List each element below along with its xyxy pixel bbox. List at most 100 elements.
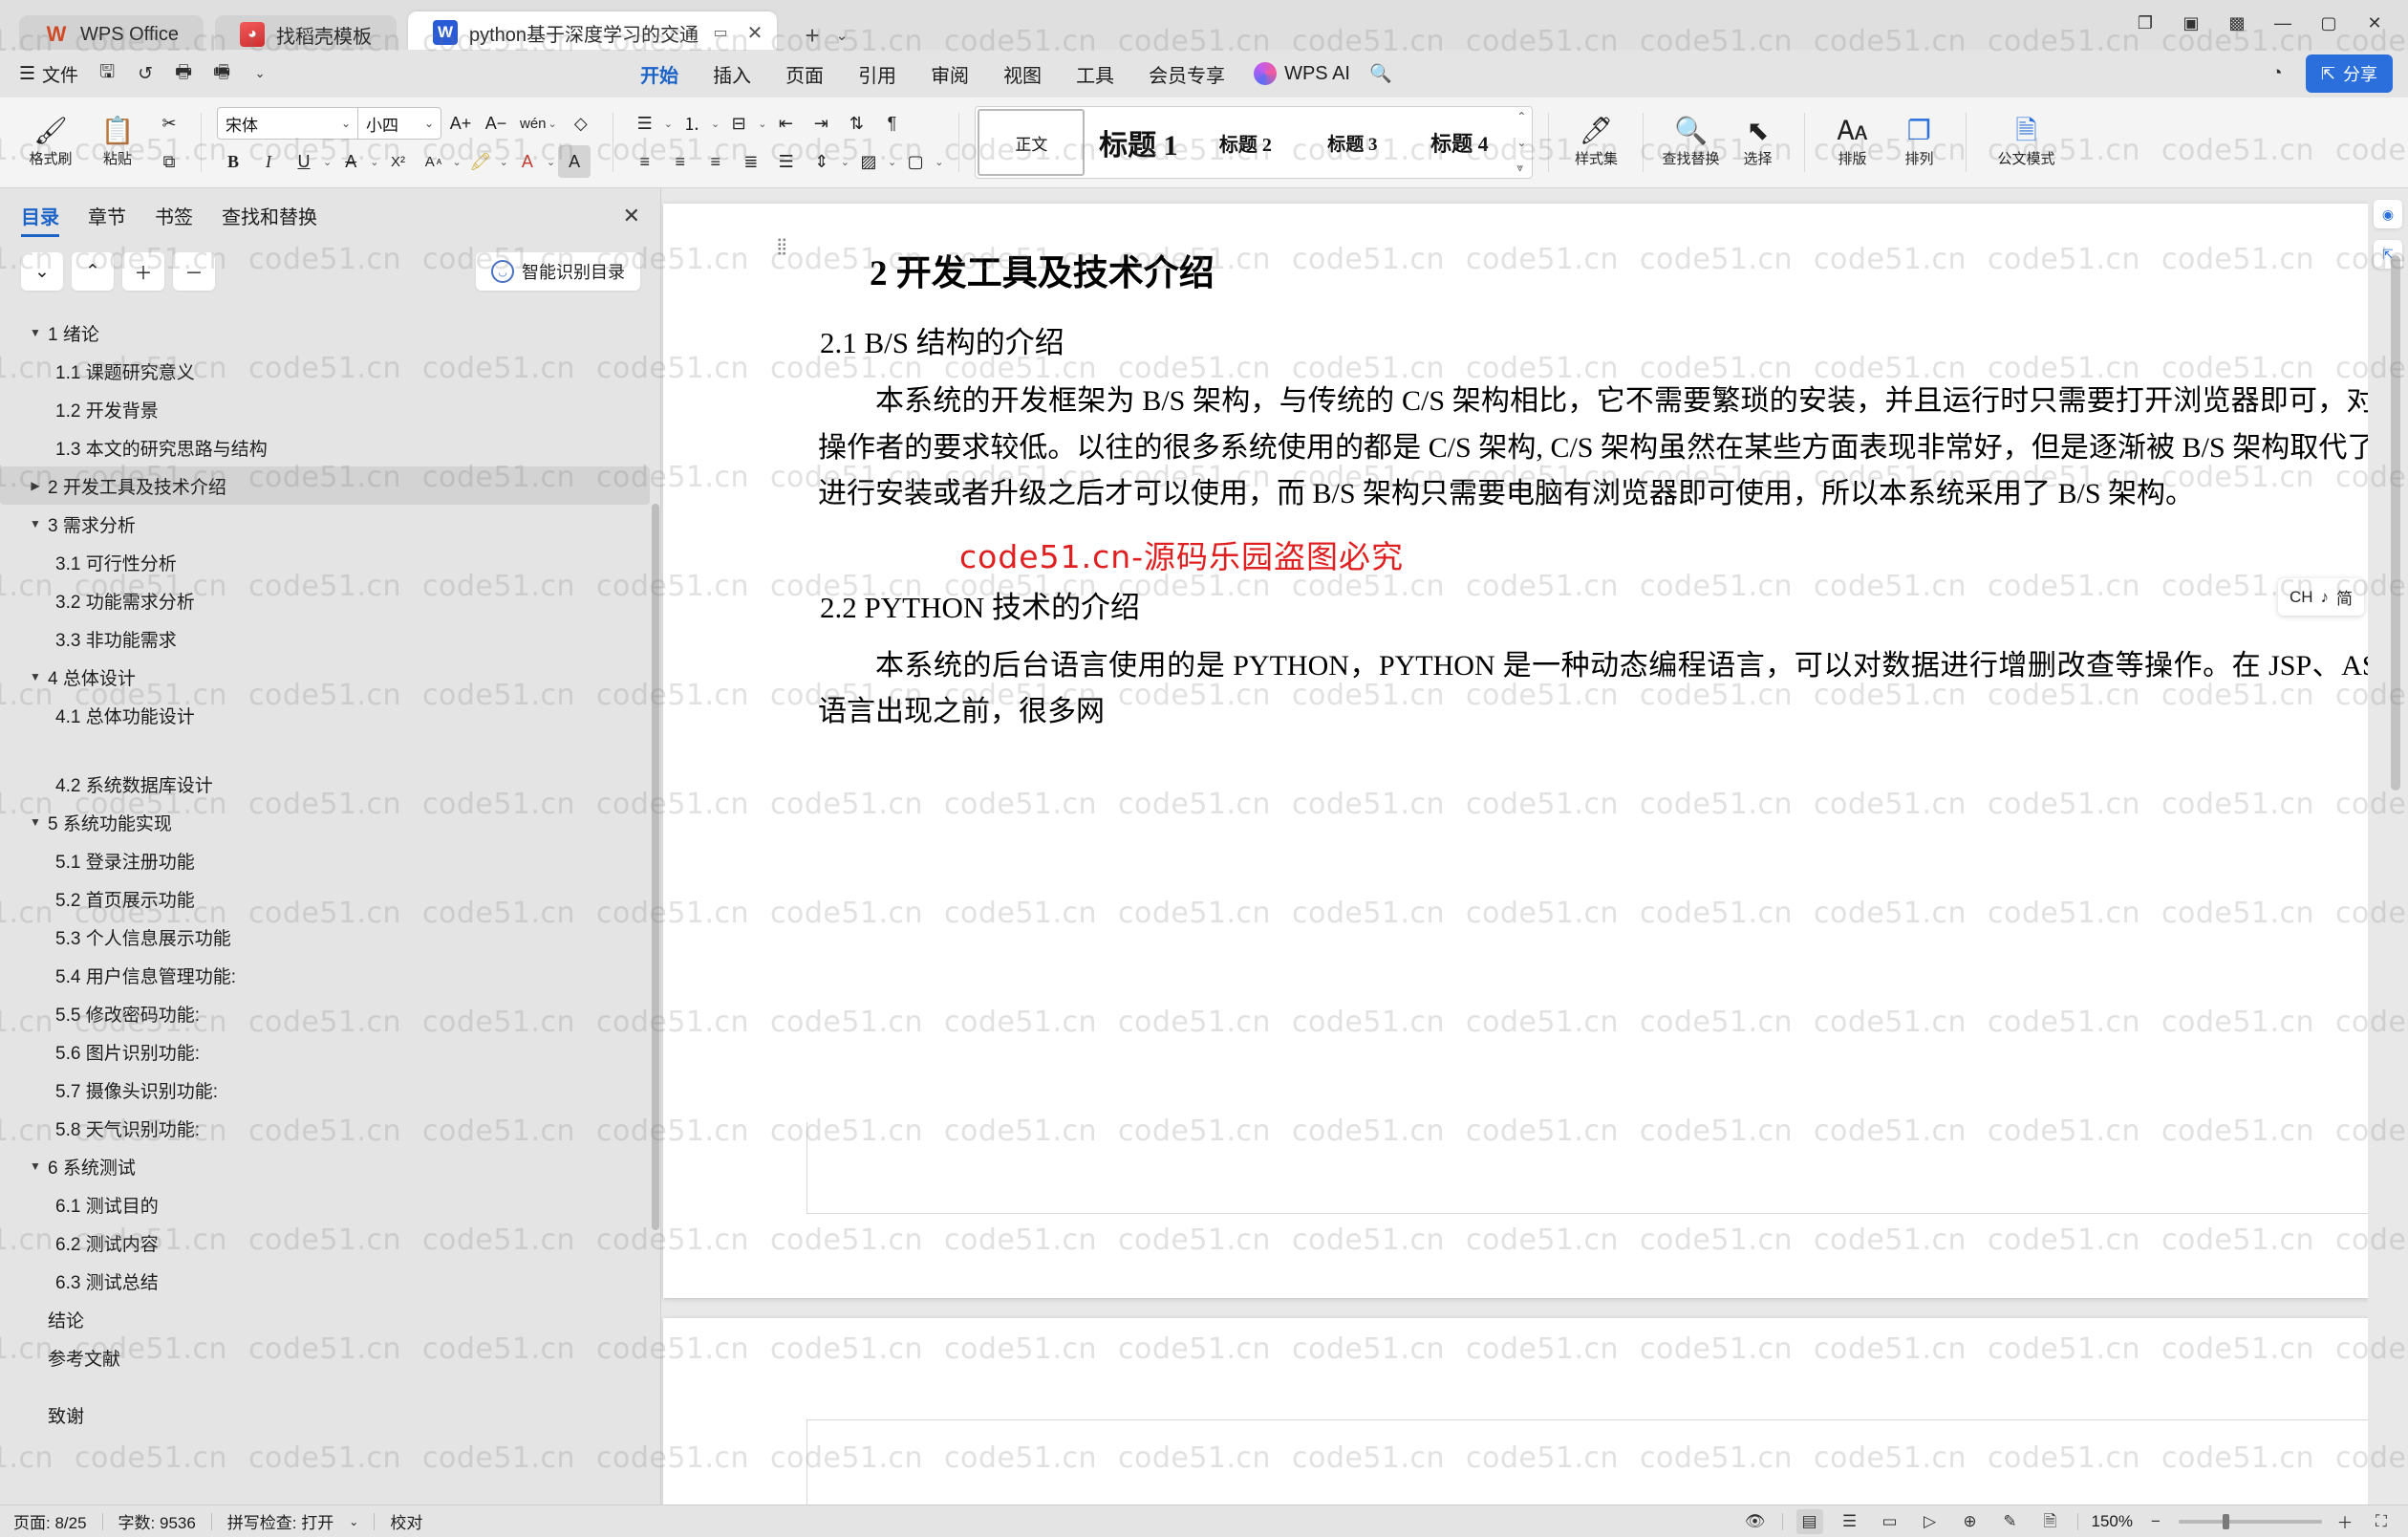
- chevron-down-icon[interactable]: ⌄: [935, 156, 943, 168]
- search-icon[interactable]: 🔍: [1362, 55, 1400, 92]
- toc-item[interactable]: 5.4 用户信息管理功能:: [0, 956, 661, 994]
- toc-item[interactable]: ▼ 1 绪论: [0, 314, 661, 352]
- grow-font-button[interactable]: A+: [444, 107, 477, 140]
- sidebar-tab-chapters[interactable]: 章节: [88, 202, 126, 237]
- toc-demote-icon[interactable]: －: [173, 252, 215, 291]
- toc-item[interactable]: 5.3 个人信息展示功能: [0, 918, 661, 956]
- customize-chevron-icon[interactable]: ⌄: [241, 55, 279, 92]
- status-spellcheck[interactable]: 拼写检查: 打开: [227, 1509, 333, 1533]
- ime-simplified-icon[interactable]: 简: [2336, 585, 2353, 609]
- eye-icon[interactable]: 👁: [1742, 1509, 1769, 1534]
- edit-icon[interactable]: ✎: [1997, 1509, 2024, 1534]
- toc-item[interactable]: 致谢: [0, 1396, 661, 1434]
- status-word-count[interactable]: 字数: 9536: [118, 1509, 196, 1533]
- align-justify-icon[interactable]: ≣: [735, 145, 767, 178]
- sidebar-tab-find-replace[interactable]: 查找和替换: [222, 202, 317, 237]
- print-preview-icon[interactable]: 🖷: [203, 55, 241, 92]
- chevron-down-icon[interactable]: ⌄: [418, 117, 441, 130]
- sidebar-close-icon[interactable]: ✕: [623, 204, 640, 236]
- window-minimize-button[interactable]: —: [2263, 6, 2303, 40]
- toc-item[interactable]: ▼ 6 系统测试: [0, 1147, 661, 1185]
- sidebar-tab-toc[interactable]: 目录: [21, 202, 59, 237]
- shrink-font-button[interactable]: A−: [480, 107, 512, 140]
- toc-item[interactable]: 结论: [0, 1300, 661, 1338]
- toc-item[interactable]: 3.3 非功能需求: [0, 619, 661, 658]
- increase-indent-icon[interactable]: ⇥: [805, 107, 837, 140]
- toc-item-selected[interactable]: ▶ 2 开发工具及技术介绍: [0, 466, 650, 505]
- chevron-down-icon[interactable]: ⌄: [334, 117, 357, 130]
- tab-restore-icon[interactable]: ▭: [710, 22, 731, 43]
- print-icon[interactable]: 🖶: [164, 55, 203, 92]
- toc-item[interactable]: 5.7 摄像头识别功能:: [0, 1071, 661, 1109]
- chevron-down-icon[interactable]: ▼: [23, 815, 48, 829]
- window-split-icon[interactable]: ❐: [2125, 6, 2165, 40]
- window-apps-icon[interactable]: ▩: [2217, 6, 2257, 40]
- ribbon-tab-home[interactable]: 开始: [623, 54, 696, 100]
- style-item-heading-3[interactable]: 标题 3: [1299, 109, 1406, 176]
- toc-item[interactable]: 5.8 天气识别功能:: [0, 1109, 661, 1147]
- zoom-slider-track[interactable]: [2179, 1513, 2322, 1529]
- format-painter-button[interactable]: 🖌 格式刷: [19, 102, 82, 183]
- globe-icon[interactable]: ⊕: [1957, 1509, 1984, 1534]
- help-icon[interactable]: ◔: [2258, 55, 2296, 92]
- ribbon-tab-review[interactable]: 审阅: [914, 54, 986, 94]
- highlight-chevron-icon[interactable]: ⌄: [500, 156, 508, 168]
- typeset-button[interactable]: 🗛 排版: [1820, 102, 1883, 183]
- play-view-icon[interactable]: ▷: [1917, 1509, 1944, 1534]
- bullet-list-icon[interactable]: ☰: [629, 107, 661, 140]
- tab-docer-template[interactable]: ◕ 找稻壳模板: [215, 15, 397, 54]
- outline-view-icon[interactable]: ☰: [1837, 1509, 1863, 1534]
- decrease-indent-icon[interactable]: ⇤: [769, 107, 802, 140]
- document-page-2[interactable]: 3: [663, 1318, 2408, 1507]
- chevron-down-icon[interactable]: ⌄: [758, 118, 766, 130]
- copy-icon[interactable]: ⧉: [153, 145, 185, 178]
- file-menu-button[interactable]: ☰ 文件: [15, 61, 88, 87]
- gallery-scroll-down-icon[interactable]: ⌄: [1516, 136, 1526, 149]
- official-mode-button[interactable]: 🗎 公文模式: [1982, 102, 2070, 183]
- toc-item[interactable]: ▼ 5 系统功能实现: [0, 803, 661, 841]
- toc-item[interactable]: 1.2 开发背景: [0, 390, 661, 428]
- ime-sound-icon[interactable]: ♪: [2321, 588, 2330, 607]
- zoom-out-button[interactable]: −: [2142, 1509, 2169, 1534]
- italic-button[interactable]: I: [252, 145, 285, 178]
- toc-item[interactable]: 6.1 测试目的: [0, 1185, 661, 1223]
- zoom-in-button[interactable]: ＋: [2332, 1509, 2358, 1534]
- toc-item[interactable]: 4.1 总体功能设计: [0, 696, 661, 734]
- fullscreen-icon[interactable]: ⛶: [2368, 1509, 2395, 1534]
- tab-document[interactable]: W python基于深度学习的交通 ▭ ✕: [408, 11, 778, 54]
- toc-item[interactable]: 1.3 本文的研究思路与结构: [0, 428, 661, 466]
- chevron-down-icon[interactable]: ⌄: [888, 156, 896, 168]
- chevron-down-icon[interactable]: ▼: [23, 670, 48, 683]
- text-effect-button[interactable]: A: [558, 145, 591, 178]
- underline-button[interactable]: U: [288, 145, 320, 178]
- status-page-indicator[interactable]: 页面: 8/25: [13, 1509, 87, 1533]
- underline-chevron-icon[interactable]: ⌄: [323, 156, 332, 168]
- toc-move-up-icon[interactable]: ⌃: [72, 252, 114, 291]
- toc-item[interactable]: 1.1 课题研究意义: [0, 352, 661, 390]
- toc-promote-icon[interactable]: ＋: [122, 252, 164, 291]
- window-close-button[interactable]: ✕: [2354, 6, 2395, 40]
- gallery-more-icon[interactable]: ⩔: [1516, 161, 1526, 175]
- toc-item[interactable]: 3.2 功能需求分析: [0, 581, 661, 619]
- distribute-icon[interactable]: ☰: [770, 145, 803, 178]
- case-chevron-icon[interactable]: ⌄: [452, 156, 461, 168]
- zoom-slider-knob[interactable]: [2223, 1513, 2229, 1529]
- toc-item[interactable]: 4.2 系统数据库设计: [0, 734, 661, 803]
- style-item-heading-4[interactable]: 标题 4: [1406, 109, 1513, 176]
- read-view-icon[interactable]: ▭: [1877, 1509, 1903, 1534]
- line-spacing-icon[interactable]: ⇕: [806, 145, 838, 178]
- ribbon-tab-insert[interactable]: 插入: [696, 54, 768, 94]
- chevron-down-icon[interactable]: ⌄: [841, 156, 849, 168]
- font-name-box[interactable]: 宋体 ⌄ 小四 ⌄: [217, 107, 441, 140]
- sidebar-tab-bookmarks[interactable]: 书签: [155, 202, 193, 237]
- highlight-icon[interactable]: 🖍: [464, 145, 497, 178]
- share-button[interactable]: ⇱ 分享: [2305, 54, 2393, 93]
- status-proofread[interactable]: 校对: [390, 1509, 422, 1533]
- font-color-icon[interactable]: A: [511, 145, 544, 178]
- spellcheck-chevron-icon[interactable]: ⌄: [349, 1515, 358, 1528]
- toc-item[interactable]: 参考文献: [0, 1338, 661, 1376]
- style-set-button[interactable]: 🖊 样式集: [1564, 102, 1627, 183]
- save-icon[interactable]: 🖫: [88, 55, 126, 92]
- heading-drag-handle-icon[interactable]: ⣿: [776, 238, 789, 254]
- toc-item[interactable]: ▼ 4 总体设计: [0, 658, 661, 696]
